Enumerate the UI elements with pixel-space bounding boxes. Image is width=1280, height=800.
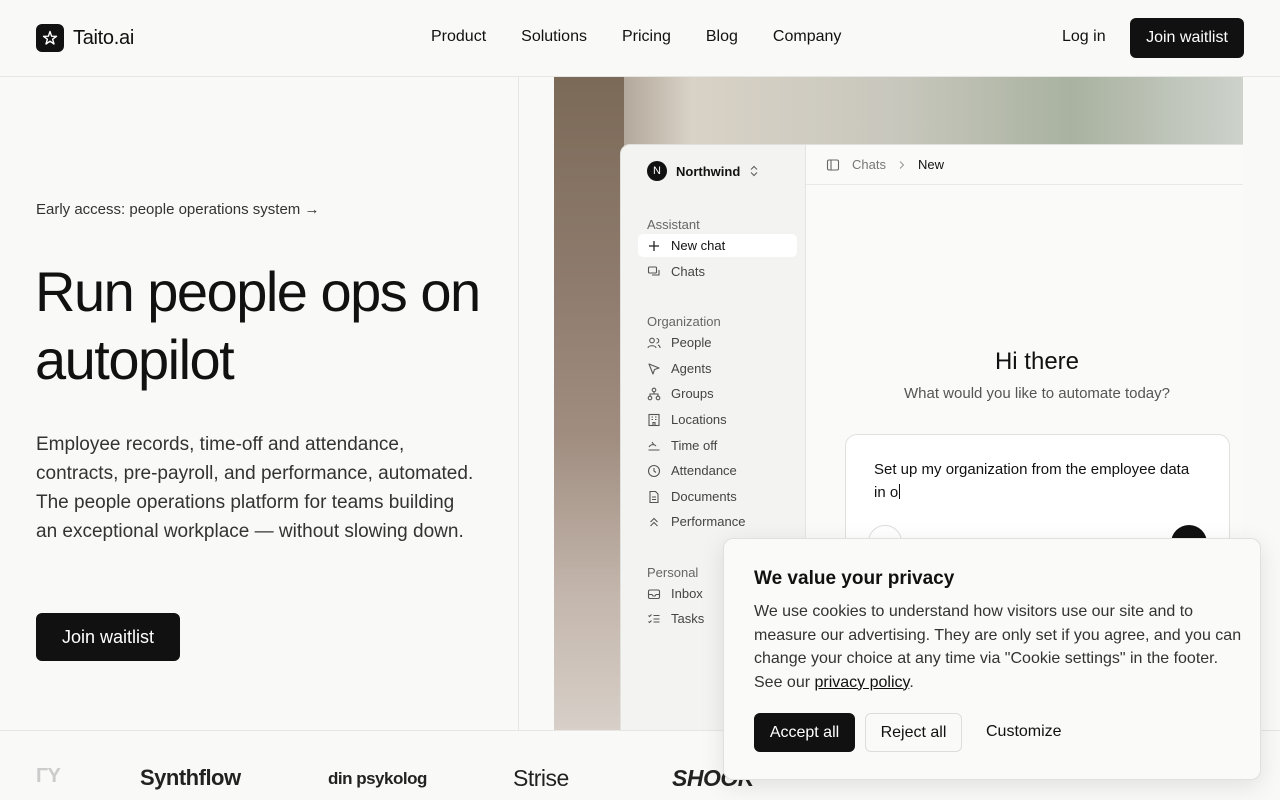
accept-all-button[interactable]: Accept all — [754, 713, 855, 752]
sidebar-item-label: Time off — [671, 438, 718, 453]
hero-title: Run people ops on autopilot — [35, 260, 481, 391]
sidebar-item-label: Tasks — [671, 611, 705, 626]
sidebar-item-label: Chats — [671, 264, 705, 279]
sidebar-item-label: Inbox — [671, 586, 703, 601]
sidebar-item-new-chat[interactable]: New chat — [638, 234, 797, 257]
cookie-text: We use cookies to understand how visitor… — [754, 603, 1242, 691]
cursor-icon — [648, 362, 660, 375]
nav-company[interactable]: Company — [773, 28, 841, 46]
site-header: Taito.ai Product Solutions Pricing Blog … — [0, 0, 1280, 77]
chats-icon — [647, 265, 660, 276]
cookie-title: We value your privacy — [754, 568, 955, 589]
logo-star-icon — [36, 24, 64, 52]
sidebar-item-attendance[interactable]: Attendance — [638, 459, 797, 482]
org-switcher[interactable]: N Northwind — [647, 161, 759, 181]
sidebar-item-label: Groups — [671, 386, 714, 401]
hero-description: Employee records, time-off and attendanc… — [36, 434, 474, 542]
section-organization: Organization — [647, 314, 721, 329]
chevrons-up-icon — [650, 517, 658, 526]
join-waitlist-header-button[interactable]: Join waitlist — [1130, 18, 1244, 58]
chat-prompt-input[interactable]: Set up my organization from the employee… — [874, 458, 1194, 504]
customize-button[interactable]: Customize — [986, 723, 1062, 741]
sidebar-item-performance[interactable]: Performance — [638, 510, 797, 533]
chat-prompt-text: Set up my organization from the employee… — [874, 461, 1190, 501]
sidebar-item-people[interactable]: People — [638, 331, 797, 354]
sidebar-item-label: Locations — [671, 412, 727, 427]
sidebar-item-label: Performance — [671, 514, 746, 529]
early-access-link[interactable]: Early access: people operations system → — [36, 201, 319, 218]
divider — [518, 77, 519, 730]
app-topbar: Chats New — [806, 145, 1243, 185]
sidebar-item-chats[interactable]: Chats — [638, 260, 797, 283]
join-waitlist-hero-button[interactable]: Join waitlist — [36, 613, 180, 661]
sidebar-item-label: New chat — [671, 238, 726, 253]
nav-pricing[interactable]: Pricing — [622, 28, 671, 46]
plus-icon — [649, 240, 659, 251]
section-personal: Personal — [647, 565, 699, 580]
people-icon — [647, 337, 661, 348]
text-caret — [899, 484, 901, 499]
brand-name: Taito.ai — [73, 26, 134, 49]
org-name: Northwind — [676, 163, 741, 179]
logo-strise: Strise — [513, 765, 569, 791]
reject-all-button[interactable]: Reject all — [865, 713, 962, 752]
sidebar-item-label: Agents — [671, 361, 712, 376]
privacy-policy-link[interactable]: privacy policy — [814, 674, 909, 691]
brand-logo[interactable]: Taito.ai — [36, 24, 134, 52]
sidebar-item-label: Documents — [671, 489, 737, 504]
nav-blog[interactable]: Blog — [706, 28, 738, 46]
sidebar-item-agents[interactable]: Agents — [638, 357, 797, 380]
section-assistant: Assistant — [647, 217, 700, 232]
logo-partial-icon: ΓY — [36, 765, 61, 787]
breadcrumb-chats[interactable]: Chats — [852, 157, 886, 172]
building-icon — [648, 413, 660, 426]
cookie-banner: We value your privacy We use cookies to … — [723, 538, 1261, 780]
groups-icon — [647, 387, 661, 400]
login-link[interactable]: Log in — [1062, 28, 1106, 46]
sidebar-item-label: Attendance — [671, 463, 737, 478]
logo-synthflow: Synthflow — [140, 765, 241, 790]
background-photo-left — [554, 77, 624, 730]
sidebar-item-label: People — [671, 335, 712, 350]
background-photo-top — [554, 77, 1243, 151]
document-icon — [649, 490, 659, 503]
nav-solutions[interactable]: Solutions — [521, 28, 587, 46]
main-nav: Product Solutions Pricing Blog Company — [431, 28, 841, 46]
clock-icon — [647, 464, 661, 477]
chat-subgreeting: What would you like to automate today? — [904, 385, 1170, 402]
timeoff-icon — [648, 441, 660, 451]
org-avatar: N — [647, 161, 667, 181]
chevron-right-icon — [899, 160, 905, 169]
breadcrumb-new: New — [917, 157, 944, 172]
chat-greeting: Hi there — [994, 348, 1080, 375]
sidebar-toggle-icon[interactable] — [826, 158, 840, 172]
logo-din-psykolog: din psykolog — [328, 769, 427, 788]
inbox-icon — [647, 588, 661, 599]
sidebar-item-time-off[interactable]: Time off — [638, 434, 797, 457]
sidebar-item-locations[interactable]: Locations — [638, 408, 797, 431]
sidebar-item-groups[interactable]: Groups — [638, 382, 797, 405]
sidebar-item-documents[interactable]: Documents — [638, 485, 797, 508]
tasks-icon — [648, 613, 660, 623]
nav-product[interactable]: Product — [431, 28, 486, 46]
chevron-updown-icon — [750, 165, 758, 177]
